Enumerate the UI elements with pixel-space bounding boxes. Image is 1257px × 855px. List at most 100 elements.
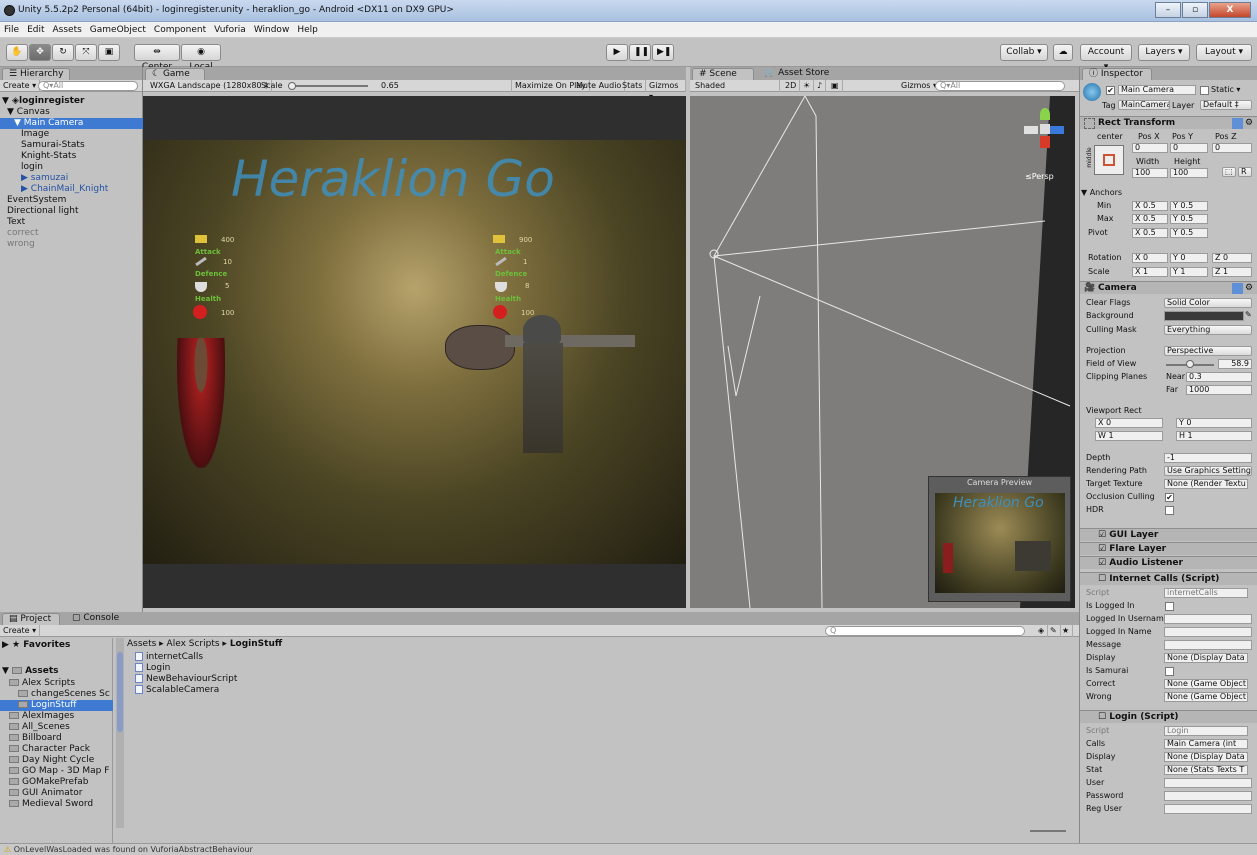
menu-help[interactable]: Help	[297, 25, 318, 35]
tree-scrollbar[interactable]	[116, 638, 124, 828]
login-display-field[interactable]: None (Display Data	[1164, 752, 1248, 762]
height-input[interactable]: 100	[1170, 168, 1208, 178]
icon-size-slider[interactable]	[1030, 830, 1066, 832]
scene-search-input[interactable]: Q▾All	[935, 81, 1065, 91]
scene-root[interactable]: ▼ ◈loginregister	[2, 96, 84, 107]
scale-z[interactable]: Z 1	[1212, 267, 1252, 277]
target-texture-field[interactable]: None (Render Textu	[1164, 479, 1248, 489]
favorite-star-icon[interactable]: ★	[1059, 625, 1074, 637]
menu-component[interactable]: Component	[154, 25, 206, 35]
width-input[interactable]: 100	[1132, 168, 1168, 178]
static-checkbox[interactable]	[1200, 86, 1209, 95]
hierarchy-item[interactable]: correct	[0, 228, 39, 239]
hierarchy-search-input[interactable]: Q▾All	[38, 81, 138, 91]
static-dropdown[interactable]: Static ▾	[1211, 84, 1240, 95]
viewport-y[interactable]: Y 0	[1176, 418, 1252, 428]
project-folder-item[interactable]: GUI Animator	[0, 788, 82, 799]
posx-input[interactable]: 0	[1132, 143, 1168, 153]
flare-layer-header[interactable]: ☑ Flare Layer	[1080, 542, 1257, 555]
tab-inspector[interactable]: ⓘ Inspector	[1082, 68, 1152, 80]
project-folder-item[interactable]: AlexImages	[0, 711, 74, 722]
calls-field[interactable]: Main Camera (int	[1164, 739, 1248, 749]
anchor-presets-button[interactable]	[1094, 145, 1124, 175]
hierarchy-item[interactable]: ▼ Canvas	[0, 107, 50, 118]
project-folder-item[interactable]: Day Night Cycle	[0, 755, 94, 766]
scale-slider-handle[interactable]	[288, 82, 296, 90]
hierarchy-item[interactable]: EventSystem	[0, 195, 66, 206]
script-file-item[interactable]: ScalableCamera	[135, 685, 237, 696]
tab-scene[interactable]: # Scene	[692, 68, 754, 80]
is-samurai-checkbox[interactable]	[1165, 667, 1174, 676]
play-icon[interactable]: ▶	[606, 44, 628, 61]
near-input[interactable]: 0.3	[1186, 372, 1252, 382]
scale-x[interactable]: X 1	[1132, 267, 1168, 277]
menu-gameobject[interactable]: GameObject	[90, 25, 146, 35]
user-input[interactable]	[1164, 778, 1252, 788]
favorites-item[interactable]: ▶ ★ Favorites	[2, 640, 70, 651]
hierarchy-item[interactable]: login	[0, 162, 43, 173]
game-view[interactable]: Heraklion Go 400 Attack 10 Defence 5 Hea…	[143, 96, 686, 608]
projection-dropdown[interactable]: Perspective	[1164, 346, 1252, 356]
correct-field[interactable]: None (Game Object	[1164, 679, 1248, 689]
layout-button[interactable]: Layout ▾	[1196, 44, 1252, 61]
scale-tool-icon[interactable]: ⤧	[75, 44, 97, 61]
logged-in-name-input[interactable]	[1164, 627, 1252, 637]
pause-icon[interactable]: ❚❚	[629, 44, 651, 61]
tab-asset-store[interactable]: 🛒 Asset Store	[758, 68, 836, 80]
hierarchy-item[interactable]: ▼ Main Camera	[0, 118, 143, 129]
hierarchy-item[interactable]: Knight-Stats	[0, 151, 76, 162]
collab-button[interactable]: Collab ▾	[1000, 44, 1048, 61]
breadcrumb-loginstuff[interactable]: LoginStuff	[230, 639, 282, 649]
stats-toggle[interactable]: Stats	[619, 80, 647, 92]
audio-listener-header[interactable]: ☑ Audio Listener	[1080, 556, 1257, 569]
hierarchy-item[interactable]: ▶ samuzai	[0, 173, 68, 184]
lighting-icon[interactable]: ☀	[800, 80, 815, 92]
gui-layer-header[interactable]: ☑ GUI Layer	[1080, 528, 1257, 541]
breadcrumb-alex-scripts[interactable]: Alex Scripts	[167, 639, 220, 649]
fov-input[interactable]: 58.9	[1218, 359, 1252, 369]
viewport-h[interactable]: H 1	[1176, 431, 1252, 441]
effects-icon[interactable]: ▣	[828, 80, 843, 92]
object-name-input[interactable]: Main Camera	[1118, 85, 1196, 95]
wrong-field[interactable]: None (Game Object	[1164, 692, 1248, 702]
anchor-max-y[interactable]: Y 0.5	[1170, 214, 1208, 224]
is-logged-in-checkbox[interactable]	[1165, 602, 1174, 611]
posy-input[interactable]: 0	[1170, 143, 1208, 153]
viewport-w[interactable]: W 1	[1095, 431, 1163, 441]
anchor-min-y[interactable]: Y 0.5	[1170, 201, 1208, 211]
game-gizmos-dropdown[interactable]: Gizmos ▾	[646, 80, 686, 101]
audio-icon[interactable]: ♪	[814, 80, 827, 92]
cloud-icon[interactable]: ☁	[1053, 44, 1073, 61]
project-folder-item[interactable]: Billboard	[0, 733, 62, 744]
pivot-y[interactable]: Y 0.5	[1170, 228, 1208, 238]
camera-component-header[interactable]: Camera	[1080, 281, 1257, 294]
hierarchy-item[interactable]: Image	[0, 129, 49, 140]
occlusion-culling-checkbox[interactable]: ✔	[1165, 493, 1174, 502]
blueprint-mode-button[interactable]: ⬚	[1222, 167, 1236, 177]
help-icon[interactable]	[1232, 283, 1243, 294]
project-folder-item[interactable]: GOMakePrefab	[0, 777, 88, 788]
fov-slider-handle[interactable]	[1186, 360, 1194, 368]
login-script-header[interactable]: ☐ Login (Script)	[1080, 710, 1257, 723]
menu-file[interactable]: File	[4, 25, 19, 35]
tab-project[interactable]: ▤ Project	[2, 613, 60, 625]
scene-gizmo[interactable]	[1020, 106, 1070, 156]
assets-item[interactable]: ▼ Assets	[2, 666, 59, 677]
gear-icon[interactable]: ⚙	[1245, 118, 1256, 129]
anchor-min-x[interactable]: X 0.5	[1132, 201, 1168, 211]
menu-vuforia[interactable]: Vuforia	[214, 25, 246, 35]
mute-audio-toggle[interactable]: Mute Audio	[573, 80, 626, 92]
rect-transform-header[interactable]: Rect Transform	[1080, 116, 1257, 129]
background-color-swatch[interactable]	[1164, 311, 1244, 321]
reg-user-input[interactable]	[1164, 804, 1252, 814]
menu-window[interactable]: Window	[254, 25, 290, 35]
project-folder-item[interactable]: Alex Scripts	[0, 678, 75, 689]
move-tool-icon[interactable]: ✥	[29, 44, 51, 61]
shading-dropdown[interactable]: Shaded	[692, 80, 780, 92]
script-file-item[interactable]: NewBehaviourScript	[135, 674, 237, 685]
project-folder-item[interactable]: changeScenes Sc	[0, 689, 110, 700]
maximize-button[interactable]: ▫	[1182, 2, 1208, 18]
logged-in-username-input[interactable]	[1164, 614, 1252, 624]
active-checkbox[interactable]: ✔	[1106, 86, 1115, 95]
rotation-x[interactable]: X 0	[1132, 253, 1168, 263]
